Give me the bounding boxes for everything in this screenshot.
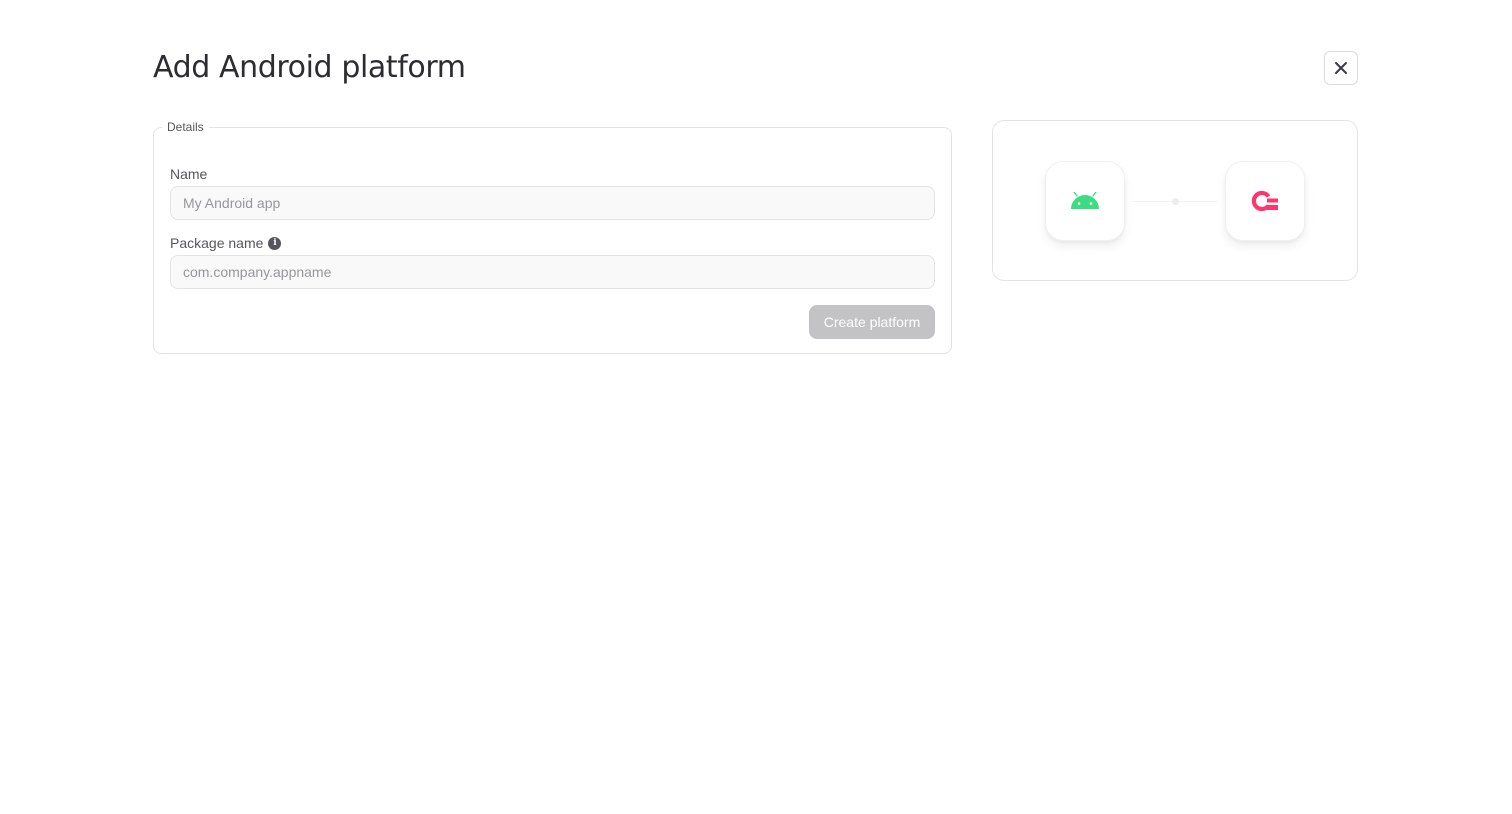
details-fieldset: Details Name Package name i Create platf… [153,120,952,354]
platform-connection-card [992,120,1358,281]
android-icon [1071,192,1099,209]
name-label-text: Name [170,166,208,182]
add-platform-page: Add Android platform Details Name Packag… [0,0,1512,814]
android-tile [1045,161,1125,241]
name-label: Name [170,165,207,183]
details-legend: Details [167,120,204,134]
appwrite-tile [1225,161,1305,241]
close-button[interactable] [1324,51,1358,85]
package-name-label: Package name i [170,234,282,252]
info-icon[interactable]: i [268,236,282,250]
connector-dot [1172,198,1179,205]
name-input[interactable] [170,186,935,220]
package-name-label-text: Package name [170,235,264,251]
close-icon [1335,62,1347,74]
package-name-input[interactable] [170,255,935,289]
appwrite-logo-icon [1251,190,1278,212]
create-platform-button[interactable]: Create platform [809,305,935,339]
page-title: Add Android platform [153,50,466,85]
